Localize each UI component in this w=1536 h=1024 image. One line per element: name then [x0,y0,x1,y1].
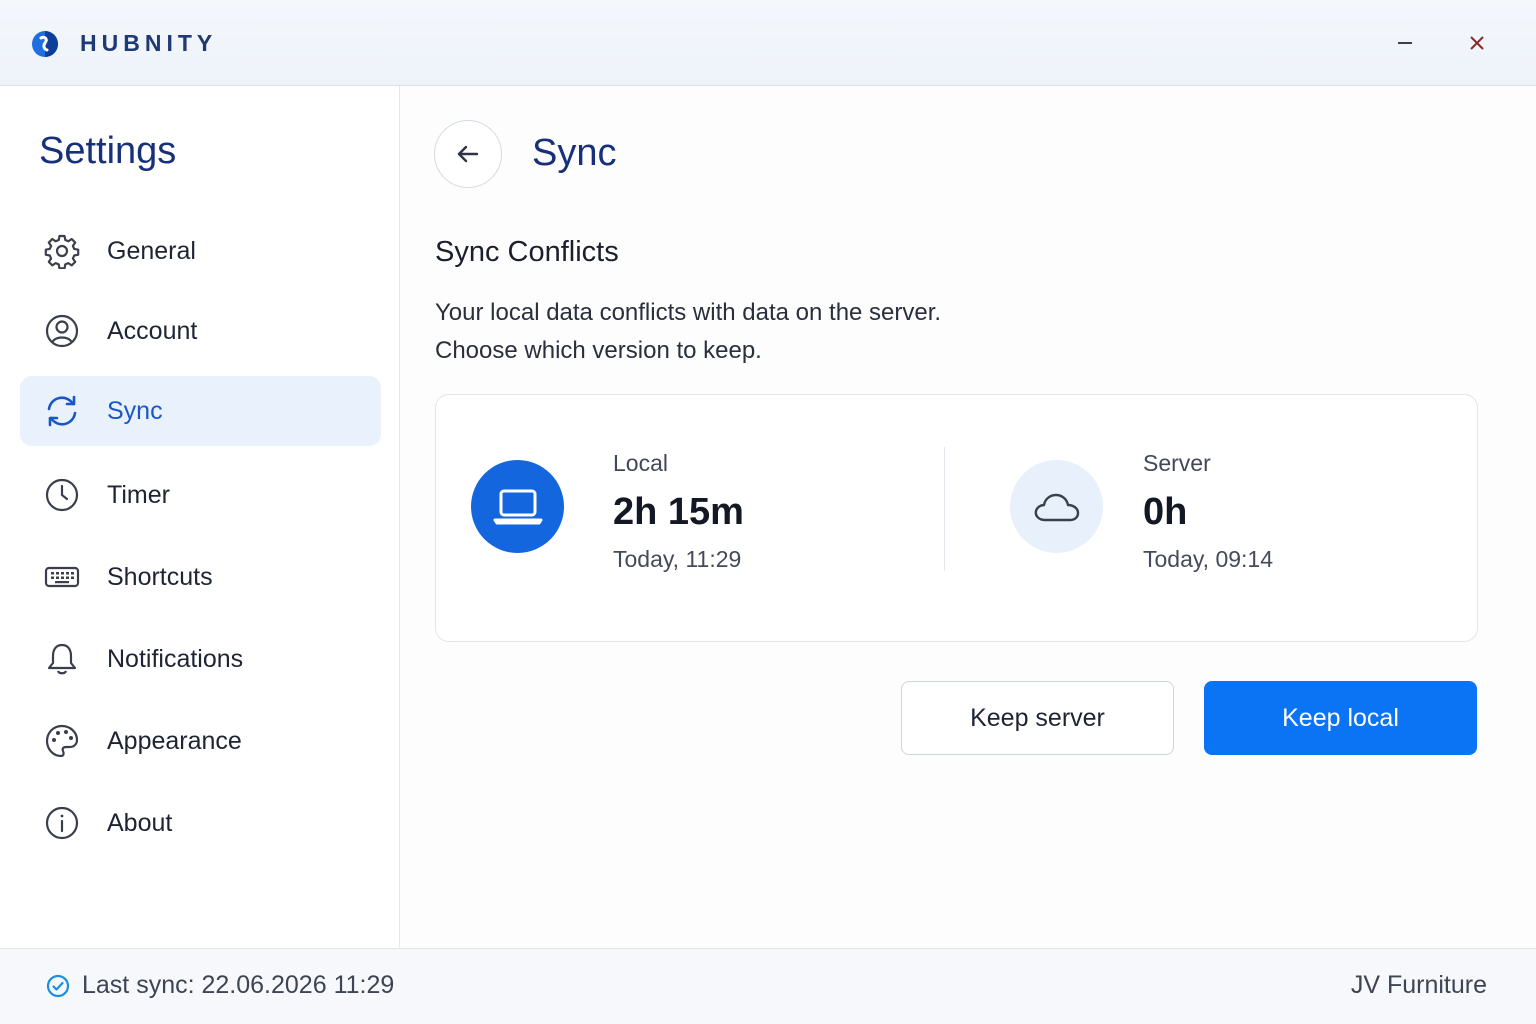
card-divider [944,447,945,571]
local-label: Local [613,450,668,476]
palette-icon [44,723,80,759]
server-time: Today, 09:14 [1143,546,1274,572]
minimize-icon [1398,42,1412,44]
main-panel: Sync Sync Conflicts Your local data conf… [400,86,1536,948]
local-time: Today, 11:29 [613,546,742,572]
laptop-icon [493,489,542,524]
sidebar-item-label: Sync [107,396,163,425]
sidebar-item-sync[interactable]: Sync [20,376,381,446]
sidebar-item-label: About [107,808,173,837]
sidebar-item-label: Appearance [107,726,242,755]
check-circle-icon [46,974,70,998]
sidebar: Settings General Account Sync Timer Shor… [0,86,400,948]
page-title: Sync [532,132,617,174]
sidebar-item-label: Timer [107,480,170,509]
title-bar: HUBNITY [0,0,1536,86]
clock-icon [44,477,80,513]
hubnity-logo-icon [32,31,58,57]
sidebar-item-about[interactable]: About [20,788,381,858]
user-circle-icon [44,313,80,349]
description-line-1: Your local data conflicts with data on t… [435,299,942,326]
keep-server-button[interactable]: Keep server [901,681,1174,755]
sidebar-item-timer[interactable]: Timer [20,460,381,530]
app-name: HUBNITY [80,30,218,56]
section-title: Sync Conflicts [435,236,619,268]
gear-icon [44,233,80,269]
sidebar-title: Settings [39,130,177,172]
last-sync-text: Last sync: 22.06.2026 11:29 [82,971,395,999]
sidebar-item-account[interactable]: Account [20,296,381,366]
workspace-name: JV Furniture [1350,971,1487,999]
server-icon-circle [1010,460,1103,553]
keep-local-button[interactable]: Keep local [1204,681,1477,755]
sidebar-item-appearance[interactable]: Appearance [20,706,381,776]
local-icon-circle [471,460,564,553]
local-value: 2h 15m [613,491,744,533]
back-button[interactable] [434,120,502,188]
sidebar-item-label: Notifications [107,644,244,673]
close-icon [1470,36,1484,50]
conflict-card: Local 2h 15m Today, 11:29 Server 0h Toda… [435,394,1478,642]
sidebar-item-general[interactable]: General [20,216,381,286]
sidebar-item-label: Account [107,316,198,345]
keyboard-icon [44,559,80,595]
sidebar-item-notifications[interactable]: Notifications [20,624,381,694]
server-label: Server [1143,450,1211,476]
status-bar: Last sync: 22.06.2026 11:29 JV Furniture [0,948,1536,1024]
cloud-icon [1034,493,1079,521]
arrow-left-icon [457,145,479,163]
sync-icon [44,393,80,429]
description-line-2: Choose which version to keep. [435,337,762,364]
sidebar-item-label: Shortcuts [107,562,213,591]
server-value: 0h [1143,491,1188,533]
info-icon [44,805,80,841]
minimize-button[interactable] [1387,26,1423,60]
sidebar-item-label: General [107,236,196,265]
close-button[interactable] [1459,26,1495,60]
bell-icon [44,641,80,677]
settings-window: HUBNITY Settings General Account Sync Ti… [0,0,1536,1024]
sidebar-item-shortcuts[interactable]: Shortcuts [20,542,381,612]
